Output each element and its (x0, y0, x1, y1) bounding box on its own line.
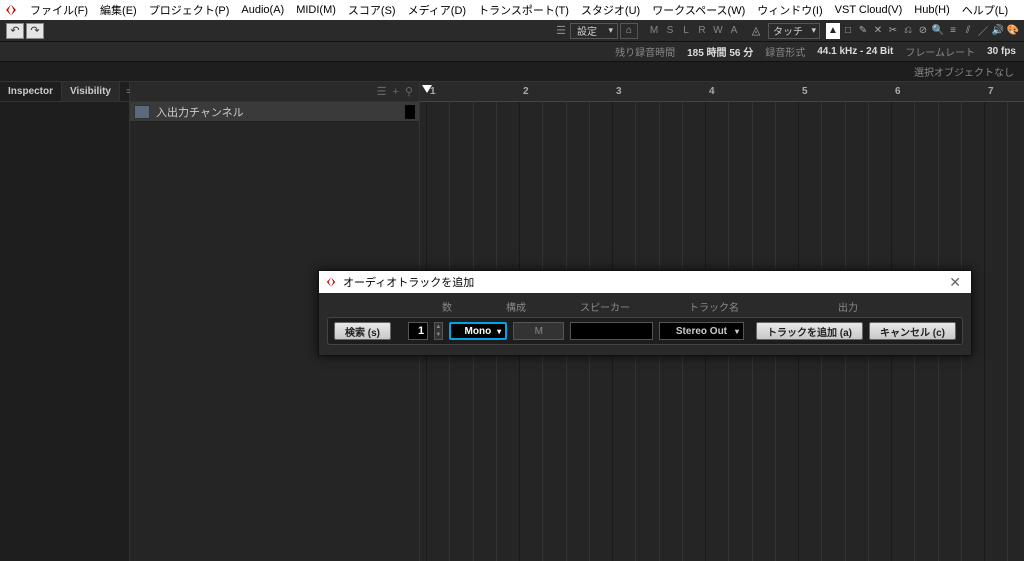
add-audio-track-dialog: オーディオトラックを追加 ✕ 数 構成 スピーカー トラック名 出力 検索 (s… (318, 270, 972, 356)
dialog-title: オーディオトラックを追加 (343, 274, 939, 290)
ruler-marker: 6 (895, 86, 901, 97)
output-select[interactable]: Stereo Out (659, 322, 744, 340)
menu-score[interactable]: スコア(S) (342, 2, 402, 18)
count-input[interactable]: 1 (408, 322, 428, 340)
app-logo-icon (4, 3, 18, 17)
track-search-icon[interactable]: ⚲ (405, 85, 413, 98)
line-tool-icon[interactable]: ／ (976, 23, 990, 39)
undo-button[interactable]: ↶ (6, 23, 24, 39)
track-add-icon[interactable]: + (393, 86, 399, 98)
framerate-value: 30 fps (987, 46, 1016, 57)
menu-window[interactable]: ウィンドウ(I) (751, 2, 828, 18)
ruler-marker: 4 (709, 86, 715, 97)
color-tool-icon[interactable]: 🎨 (1006, 23, 1020, 39)
menu-audio[interactable]: Audio(A) (235, 4, 290, 16)
remain-value: 185 時間 56 分 (687, 44, 753, 59)
framerate-label: フレームレート (905, 44, 975, 59)
menu-media[interactable]: メディア(D) (402, 2, 473, 18)
track-name: 入出力チャンネル (156, 104, 399, 120)
write-toggle[interactable]: W (710, 23, 726, 39)
ruler-marker: 2 (523, 86, 529, 97)
cancel-button[interactable]: キャンセル (c) (869, 322, 956, 340)
range-tool-icon[interactable]: □ (841, 23, 855, 39)
read-toggle[interactable]: R (694, 23, 710, 39)
config-menu-icon[interactable]: ☰ (556, 24, 566, 37)
play-tool-icon[interactable]: 🔊 (991, 23, 1005, 39)
header-config: 構成 (471, 299, 561, 314)
home-button[interactable]: ⌂ (620, 23, 638, 39)
pointer-tool-icon[interactable]: ▲ (826, 23, 840, 39)
comp-tool-icon[interactable]: ≡ (946, 23, 960, 39)
ruler-marker: 7 (988, 86, 994, 97)
count-spinner[interactable]: ▲▼ (434, 322, 442, 340)
tab-inspector[interactable]: Inspector (0, 82, 62, 101)
ruler-marker: 5 (802, 86, 808, 97)
automation-panel-icon[interactable]: ◬ (748, 23, 764, 39)
tool-palette: ▲ □ ✎ ✕ ✂ ⎌ ⊘ 🔍 ≡ ⫽ ／ 🔊 🎨 (826, 23, 1020, 39)
erase-tool-icon[interactable]: ✕ (871, 23, 885, 39)
header-speaker: スピーカー (565, 299, 645, 314)
speaker-display: M (513, 322, 564, 340)
menu-hub[interactable]: Hub(H) (908, 4, 955, 16)
format-value: 44.1 kHz - 24 Bit (817, 46, 893, 57)
format-label: 録音形式 (765, 44, 805, 59)
menu-workspace[interactable]: ワークスペース(W) (646, 2, 751, 18)
menubar: ファイル(F) 編集(E) プロジェクト(P) Audio(A) MIDI(M)… (0, 0, 1024, 20)
automation-toggle[interactable]: A (726, 23, 742, 39)
dialog-logo-icon (325, 276, 337, 288)
status-bar: 残り録音時間 185 時間 56 分 録音形式 44.1 kHz - 24 Bi… (0, 42, 1024, 62)
menu-help[interactable]: ヘルプ(L) (956, 2, 1014, 18)
tab-visibility[interactable]: Visibility (62, 82, 120, 101)
track-row[interactable]: 入出力チャンネル (130, 102, 419, 122)
menu-transport[interactable]: トランスポート(T) (472, 2, 575, 18)
track-name-input[interactable] (570, 322, 652, 340)
header-output: 出力 (783, 299, 913, 314)
toolbar: ↶ ↷ ☰ 設定 ⌂ M S L R W A ◬ タッチ ▲ □ ✎ ✕ ✂ ⎌… (0, 20, 1024, 42)
mute-toggle[interactable]: M (646, 23, 662, 39)
track-list-header: ☰ + ⚲ (130, 82, 419, 102)
menu-file[interactable]: ファイル(F) (24, 2, 94, 18)
listen-toggle[interactable]: L (678, 23, 694, 39)
add-track-button[interactable]: トラックを追加 (a) (756, 322, 863, 340)
header-trackname: トラック名 (649, 299, 779, 314)
ruler[interactable]: 1 2 3 4 5 6 7 (420, 82, 1024, 102)
zoom-tool-icon[interactable]: 🔍 (931, 23, 945, 39)
toolbar-config-select[interactable]: 設定 (570, 23, 618, 39)
track-meter (405, 105, 415, 119)
split-tool-icon[interactable]: ✂ (886, 23, 900, 39)
menu-studio[interactable]: スタジオ(U) (575, 2, 646, 18)
track-config-icon[interactable]: ☰ (377, 85, 387, 98)
menu-project[interactable]: プロジェクト(P) (143, 2, 236, 18)
channel-config-select[interactable]: Mono (449, 322, 508, 340)
menu-vstcloud[interactable]: VST Cloud(V) (829, 4, 909, 16)
browse-button[interactable]: 検索 (s) (334, 322, 391, 340)
menu-edit[interactable]: 編集(E) (94, 2, 143, 18)
draw-tool-icon[interactable]: ✎ (856, 23, 870, 39)
menu-midi[interactable]: MIDI(M) (290, 4, 342, 16)
header-count: 数 (427, 299, 467, 314)
io-channel-icon (134, 105, 150, 119)
info-line: 選択オブジェクトなし (0, 62, 1024, 82)
mute-tool-icon[interactable]: ⊘ (916, 23, 930, 39)
ruler-marker: 1 (430, 86, 436, 97)
inspector-panel: Inspector Visibility = (0, 82, 130, 561)
ruler-marker: 3 (616, 86, 622, 97)
warp-tool-icon[interactable]: ⫽ (961, 23, 975, 39)
close-icon[interactable]: ✕ (945, 274, 965, 291)
glue-tool-icon[interactable]: ⎌ (901, 23, 915, 39)
dialog-titlebar[interactable]: オーディオトラックを追加 ✕ (319, 271, 971, 293)
automation-mode-select[interactable]: タッチ (768, 23, 820, 39)
solo-toggle[interactable]: S (662, 23, 678, 39)
remain-label: 残り録音時間 (615, 44, 675, 59)
redo-button[interactable]: ↷ (26, 23, 44, 39)
